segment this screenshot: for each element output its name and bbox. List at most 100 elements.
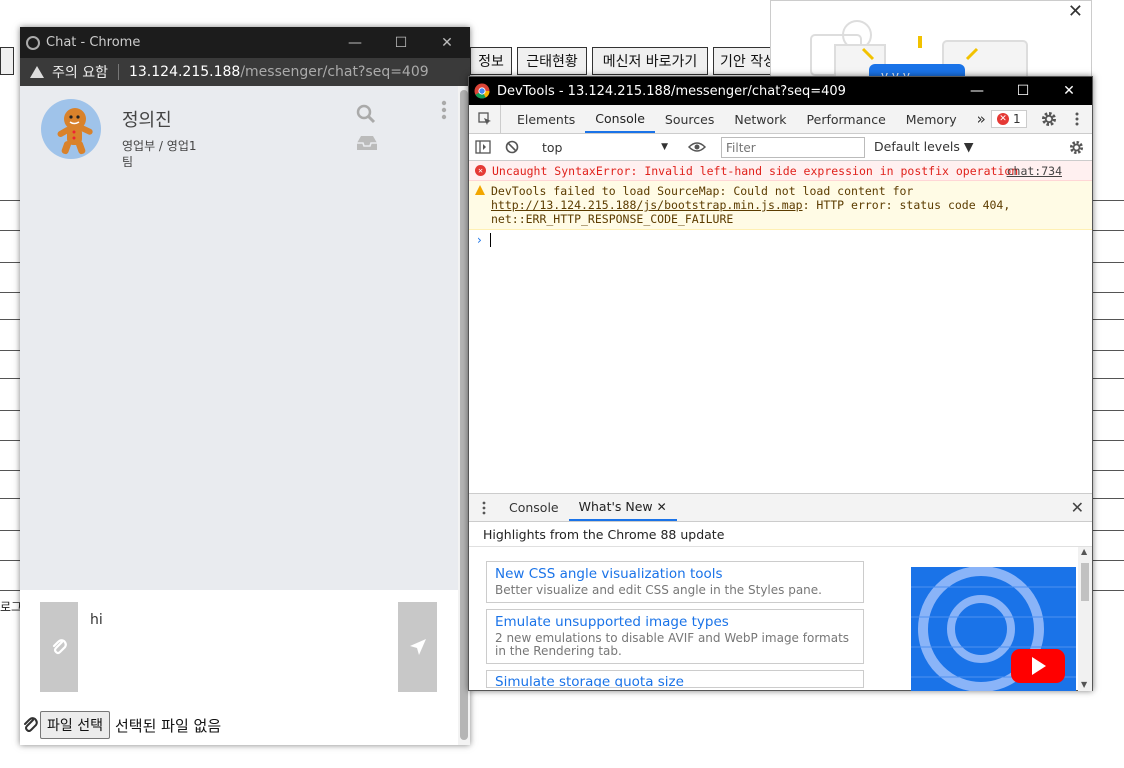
chrome-graphic-icon: [911, 567, 1076, 691]
maximize-icon[interactable]: ☐: [1000, 77, 1046, 105]
maximize-icon[interactable]: ☐: [378, 27, 424, 58]
context-select[interactable]: top ▼: [539, 137, 671, 157]
list-item[interactable]: New CSS angle visualization tools Better…: [486, 561, 864, 603]
user-team: 팀: [122, 155, 134, 169]
scrollbar-thumb[interactable]: [1081, 563, 1089, 601]
file-upload-row: 파일 선택 선택된 파일 없음: [20, 710, 221, 740]
inspect-element-icon[interactable]: [469, 105, 501, 133]
log-levels-dropdown[interactable]: Default levels ▼: [874, 139, 973, 154]
chat-window: Chat - Chrome — ☐ ✕ 주의 요함 13.124.215.188…: [20, 27, 470, 745]
feature-description: Better visualize and edit CSS angle in t…: [495, 583, 822, 597]
scroll-up-icon[interactable]: ▲: [1081, 547, 1087, 556]
whats-new-video-thumbnail[interactable]: [911, 567, 1076, 691]
list-item[interactable]: Simulate storage quota size: [486, 670, 864, 688]
drawer-tab-label: What's New: [578, 499, 653, 514]
send-button[interactable]: [398, 602, 437, 692]
avatar[interactable]: [41, 99, 101, 159]
feature-description: 2 new emulations to disable AVIF and Web…: [495, 631, 850, 658]
minimize-icon[interactable]: —: [954, 77, 1000, 105]
window-title: Chat - Chrome: [46, 35, 141, 50]
chrome-icon: [26, 35, 40, 50]
close-icon[interactable]: ✕: [1071, 498, 1084, 517]
promo-illustration: v v v: [810, 20, 1028, 79]
text-caret: [489, 233, 491, 247]
console-warning-message: DevTools failed to load SourceMap: Could…: [469, 181, 1092, 230]
whats-new-heading: Highlights from the Chrome 88 update: [469, 522, 1092, 547]
choose-file-button[interactable]: 파일 선택: [40, 711, 110, 739]
chat-titlebar: Chat - Chrome — ☐ ✕: [20, 27, 470, 58]
scroll-down-icon[interactable]: ▼: [1081, 680, 1087, 689]
inbox-icon[interactable]: [355, 134, 379, 152]
devtools-tabbar: Elements Console Sources Network Perform…: [469, 105, 1092, 134]
close-tab-icon[interactable]: ✕: [657, 500, 667, 514]
message-input[interactable]: [84, 602, 392, 692]
eye-icon[interactable]: [688, 141, 706, 153]
chat-message-area: 정의진 영업부 / 영업1 팀: [20, 86, 458, 590]
devtools-window: DevTools - 13.124.215.188/messenger/chat…: [468, 76, 1093, 691]
gear-icon[interactable]: [1041, 111, 1057, 127]
sidebar-toggle-icon[interactable]: [475, 140, 491, 154]
url-host: 13.124.215.188: [128, 64, 241, 80]
kebab-menu-icon[interactable]: [1074, 111, 1080, 127]
tab-memory[interactable]: Memory: [896, 105, 967, 133]
tab-performance[interactable]: Performance: [797, 105, 896, 133]
clear-console-icon[interactable]: [505, 140, 519, 154]
kebab-menu-icon[interactable]: [440, 100, 448, 122]
warning-icon: [475, 185, 485, 195]
error-icon: ✕: [475, 165, 486, 176]
attach-button[interactable]: [40, 602, 78, 692]
prompt-chevron-icon: ›: [477, 233, 482, 247]
background-button-messenger[interactable]: 메신저 바로가기: [592, 47, 708, 75]
console-output: ✕ Uncaught SyntaxError: Invalid left-han…: [469, 161, 1092, 250]
paperclip-icon: [52, 639, 67, 655]
list-item[interactable]: Emulate unsupported image types 2 new em…: [486, 609, 864, 664]
devtools-titlebar: DevTools - 13.124.215.188/messenger/chat…: [469, 77, 1092, 105]
background-button-draft[interactable]: 기안 작성: [713, 47, 773, 75]
security-warning[interactable]: 주의 요함: [52, 62, 108, 82]
console-error-message: ✕ Uncaught SyntaxError: Invalid left-han…: [469, 161, 1092, 181]
scrollbar[interactable]: ▲ ▼: [1078, 547, 1092, 691]
divider: [117, 64, 119, 80]
gingerbread-icon: [57, 108, 93, 155]
filter-input[interactable]: [721, 137, 865, 158]
drawer-tab-whats-new[interactable]: What's New ✕: [568, 494, 677, 521]
warning-prefix: DevTools failed to load SourceMap: Could…: [491, 184, 914, 198]
user-name: 정의진: [122, 110, 172, 131]
background-button-attendance[interactable]: 근태현황: [517, 47, 587, 75]
error-text: Uncaught SyntaxError: Invalid left-hand …: [492, 163, 1019, 178]
console-toolbar: top ▼ Default levels ▼: [469, 134, 1092, 161]
tab-elements[interactable]: Elements: [507, 105, 585, 133]
promo-popup: v v v ✕: [770, 0, 1092, 80]
feature-title[interactable]: New CSS angle visualization tools: [495, 566, 855, 582]
url-path: /messenger/chat?seq=409: [240, 64, 429, 80]
kebab-menu-icon[interactable]: [481, 501, 487, 515]
warning-icon: [30, 66, 44, 78]
scrollbar-thumb[interactable]: [460, 90, 468, 740]
sourcemap-link[interactable]: http://13.124.215.188/js/bootstrap.min.j…: [491, 198, 803, 212]
paperclip-icon: [24, 717, 38, 732]
error-source-link[interactable]: chat:734: [1007, 164, 1062, 178]
address-bar[interactable]: 주의 요함 13.124.215.188/messenger/chat?seq=…: [20, 58, 470, 86]
console-prompt[interactable]: ›: [469, 230, 1092, 250]
close-icon[interactable]: ✕: [424, 27, 470, 58]
feature-title[interactable]: Emulate unsupported image types: [495, 614, 855, 630]
feature-title[interactable]: Simulate storage quota size: [495, 674, 855, 687]
error-count-badge[interactable]: ✕ 1: [991, 110, 1027, 128]
whats-new-list: New CSS angle visualization tools Better…: [486, 561, 864, 694]
tab-network[interactable]: Network: [724, 105, 796, 133]
file-status: 선택된 파일 없음: [114, 716, 222, 735]
user-department: 영업부 / 영업1: [122, 139, 197, 153]
devtools-title: DevTools - 13.124.215.188/messenger/chat…: [497, 83, 846, 99]
background-button-partial[interactable]: [0, 47, 14, 75]
tab-console[interactable]: Console: [585, 105, 655, 133]
tab-sources[interactable]: Sources: [655, 105, 724, 133]
gear-icon[interactable]: [1069, 140, 1084, 155]
chrome-icon: [474, 83, 490, 99]
background-button-info[interactable]: 정보: [470, 47, 512, 75]
close-icon[interactable]: ✕: [1046, 77, 1092, 105]
minimize-icon[interactable]: —: [332, 27, 378, 58]
close-icon[interactable]: ✕: [1068, 1, 1083, 22]
drawer-tab-console[interactable]: Console: [499, 494, 569, 521]
search-icon[interactable]: [356, 104, 376, 124]
context-value: top: [542, 139, 563, 155]
